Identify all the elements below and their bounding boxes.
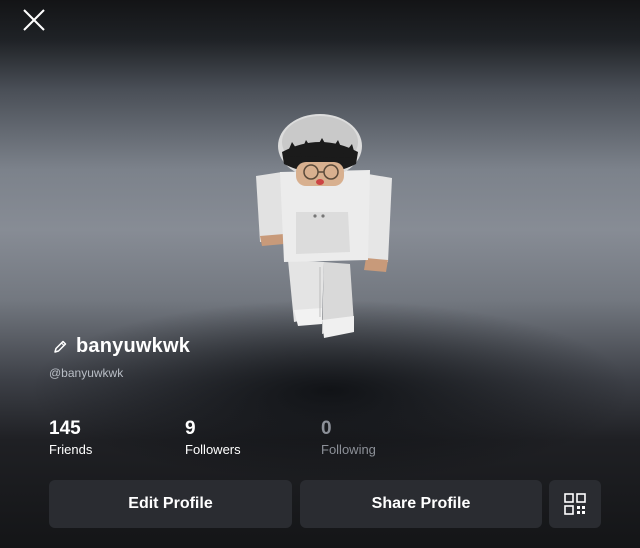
- username: @banyuwkwk: [49, 366, 124, 380]
- stat-followers[interactable]: 9 Followers: [185, 418, 241, 459]
- close-button[interactable]: [20, 6, 48, 34]
- close-icon: [23, 9, 45, 31]
- following-label: Following: [321, 442, 376, 457]
- pencil-icon[interactable]: [52, 339, 68, 355]
- stat-following[interactable]: 0 Following: [321, 418, 376, 459]
- followers-count: 9: [185, 418, 196, 439]
- qr-code-icon: [564, 493, 586, 515]
- edit-profile-label: Edit Profile: [128, 495, 213, 512]
- display-name: banyuwkwk: [76, 335, 191, 357]
- friends-label: Friends: [49, 442, 93, 457]
- edit-profile-button[interactable]: Edit Profile: [49, 480, 292, 528]
- followers-label: Followers: [185, 442, 241, 457]
- avatar-legs: [288, 260, 354, 338]
- share-profile-button[interactable]: Share Profile: [300, 480, 542, 528]
- stat-friends[interactable]: 145 Friends: [49, 418, 92, 459]
- share-profile-label: Share Profile: [371, 495, 471, 512]
- qr-code-button[interactable]: [549, 480, 601, 528]
- avatar: [256, 114, 392, 338]
- friends-count: 145: [49, 418, 81, 439]
- following-count: 0: [321, 418, 332, 439]
